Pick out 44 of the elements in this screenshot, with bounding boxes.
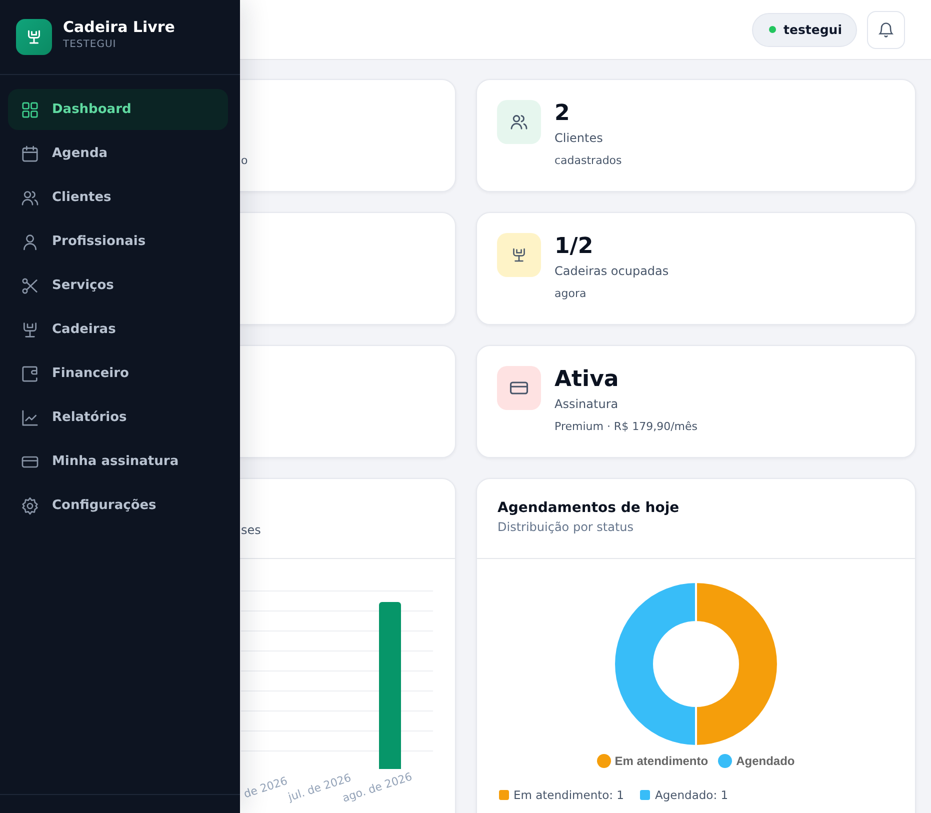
logo-icon bbox=[16, 19, 52, 55]
stat-value: Ativa bbox=[554, 366, 620, 394]
nav-item[interactable]: Agenda bbox=[8, 133, 228, 174]
stat-label: Assinatura bbox=[554, 397, 620, 411]
wallet-icon bbox=[20, 364, 40, 384]
line-chart-icon bbox=[20, 408, 40, 428]
legend-item[interactable]: Em atendimento bbox=[596, 754, 708, 768]
card-note: o bbox=[241, 154, 248, 167]
stat-note: agora bbox=[554, 287, 588, 300]
settings-icon bbox=[20, 496, 40, 516]
bell-icon bbox=[877, 20, 895, 38]
user-badge[interactable]: testegui bbox=[752, 12, 857, 46]
nav-item[interactable]: Dashboard bbox=[8, 89, 228, 130]
stat-note: Premium · R$ 179,90/mês bbox=[554, 420, 698, 433]
users-icon bbox=[508, 112, 528, 132]
status-count: Agendado: 1 bbox=[640, 788, 728, 802]
nav-item[interactable]: Profissionais bbox=[8, 221, 228, 262]
stat-note: cadastrados bbox=[554, 154, 622, 167]
scissors-icon bbox=[20, 276, 40, 296]
nav-item[interactable]: Serviços bbox=[8, 265, 228, 306]
chart-subtitle: Distribuição por status bbox=[498, 520, 635, 534]
nav-item[interactable]: Configurações bbox=[8, 485, 228, 526]
stat-label: Clientes bbox=[554, 131, 604, 145]
stat-value: 1/2 bbox=[554, 233, 594, 261]
chart-subtitle: ses bbox=[241, 523, 261, 537]
nav-item[interactable]: Relatórios bbox=[8, 397, 228, 438]
donut-slice bbox=[694, 582, 778, 746]
chart-title: Agendamentos de hoje bbox=[498, 500, 680, 516]
calendar-icon bbox=[20, 144, 40, 164]
nav-item[interactable]: Cadeiras bbox=[8, 309, 228, 350]
dashboard-icon bbox=[20, 100, 40, 120]
stat-value: 2 bbox=[554, 100, 571, 128]
notifications-button[interactable] bbox=[867, 10, 905, 48]
nav-item[interactable]: Financeiro bbox=[8, 353, 228, 394]
nav-item[interactable]: Clientes bbox=[8, 177, 228, 218]
workspace-name: TESTEGUI bbox=[63, 39, 118, 50]
donut-slice bbox=[614, 582, 697, 746]
legend-item[interactable]: Agendado bbox=[718, 754, 795, 768]
status-count: Em atendimento: 1 bbox=[498, 788, 624, 802]
axis-label: de 2026 bbox=[242, 774, 290, 801]
app-name: Cadeira Livre bbox=[63, 18, 175, 36]
stat-label: Cadeiras ocupadas bbox=[554, 264, 669, 278]
status-dot-icon bbox=[768, 26, 776, 33]
nav-item[interactable]: Minha assinatura bbox=[8, 441, 228, 482]
